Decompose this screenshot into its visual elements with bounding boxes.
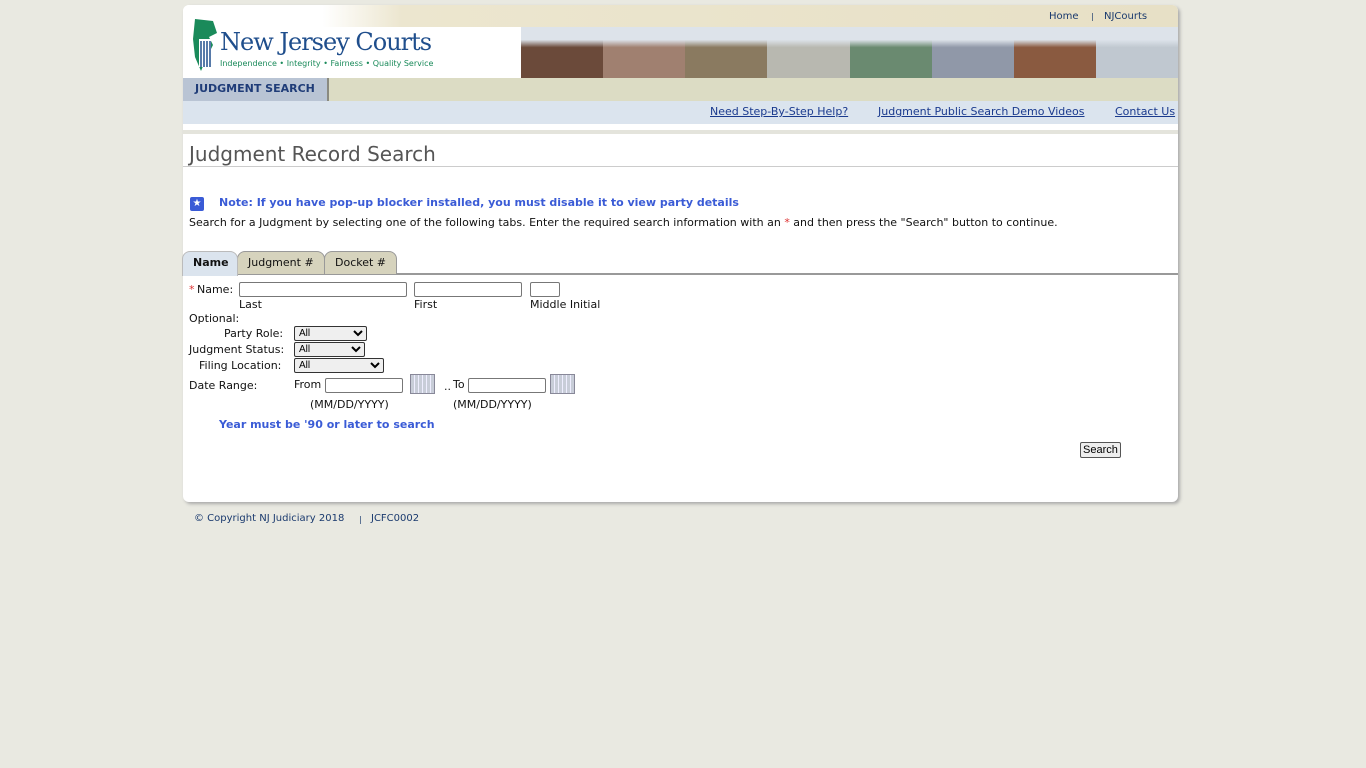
judgment-status-label: Judgment Status:	[189, 343, 285, 356]
tab-docket-number[interactable]: Docket #	[324, 251, 397, 274]
search-button[interactable]: Search	[1080, 442, 1121, 458]
demo-videos-link[interactable]: Judgment Public Search Demo Videos	[878, 105, 1085, 118]
nav-judgment-search[interactable]: JUDGMENT SEARCH	[183, 78, 329, 101]
courthouse-photo	[603, 27, 686, 78]
filing-location-select[interactable]: All	[294, 358, 384, 373]
last-name-input[interactable]	[239, 282, 407, 297]
date-range-label: Date Range:	[189, 379, 258, 392]
to-label: To	[453, 378, 465, 391]
intro-after: and then press the "Search" button to co…	[789, 216, 1058, 229]
divider: |	[1091, 12, 1094, 21]
brand-name: New Jersey Courts	[220, 28, 432, 56]
star-icon: ★	[190, 197, 204, 211]
from-label: From	[294, 378, 322, 391]
party-role-label: Party Role:	[224, 327, 284, 340]
page-code: JCFC0002	[371, 513, 420, 524]
calendar-icon[interactable]	[410, 374, 435, 394]
divider	[183, 166, 1178, 167]
nj-logo-icon	[193, 19, 217, 71]
nav-bar	[183, 78, 1178, 101]
courthouse-photos	[521, 27, 1178, 78]
calendar-icon[interactable]	[550, 374, 575, 394]
filing-location-label: Filing Location:	[199, 359, 282, 372]
range-separator: ..	[444, 380, 451, 393]
courthouse-photo	[521, 27, 604, 78]
to-date-input[interactable]	[468, 378, 546, 393]
logo[interactable]	[191, 17, 221, 76]
name-label: Name:	[197, 283, 234, 296]
middle-initial-label: Middle Initial	[530, 298, 601, 311]
date-format-hint: (MM/DD/YYYY)	[310, 398, 389, 411]
first-label: First	[414, 298, 438, 311]
middle-initial-input[interactable]	[530, 282, 560, 297]
divider	[183, 130, 1178, 134]
courthouse-photo	[849, 27, 932, 78]
required-asterisk: *	[189, 283, 195, 296]
courthouse-photo	[685, 27, 768, 78]
top-band	[183, 5, 1178, 27]
party-role-select[interactable]: All	[294, 326, 367, 341]
optional-label: Optional:	[189, 312, 240, 325]
judgment-status-select[interactable]: All	[294, 342, 365, 357]
contact-us-link[interactable]: Contact Us	[1115, 105, 1175, 118]
courthouse-photo	[931, 27, 1014, 78]
tab-judgment-number[interactable]: Judgment #	[237, 251, 325, 274]
home-link[interactable]: Home	[1049, 11, 1079, 22]
step-by-step-help-link[interactable]: Need Step-By-Step Help?	[710, 105, 848, 118]
intro-before: Search for a Judgment by selecting one o…	[189, 216, 785, 229]
from-date-input[interactable]	[325, 378, 403, 393]
copyright: © Copyright NJ Judiciary 2018	[194, 513, 345, 524]
last-label: Last	[239, 298, 262, 311]
popup-note: Note: If you have pop-up blocker install…	[219, 196, 739, 209]
page-title: Judgment Record Search	[189, 142, 436, 166]
njcourts-link[interactable]: NJCourts	[1104, 11, 1147, 22]
divider: |	[359, 515, 362, 524]
year-note: Year must be '90 or later to search	[219, 418, 435, 431]
date-format-hint: (MM/DD/YYYY)	[453, 398, 532, 411]
courthouse-photo	[1095, 27, 1178, 78]
courthouse-photo	[767, 27, 850, 78]
tagline: Independence • Integrity • Fairness • Qu…	[220, 59, 434, 68]
first-name-input[interactable]	[414, 282, 522, 297]
intro-text: Search for a Judgment by selecting one o…	[189, 216, 1058, 229]
tab-name[interactable]: Name	[182, 251, 238, 276]
courthouse-photo	[1013, 27, 1096, 78]
